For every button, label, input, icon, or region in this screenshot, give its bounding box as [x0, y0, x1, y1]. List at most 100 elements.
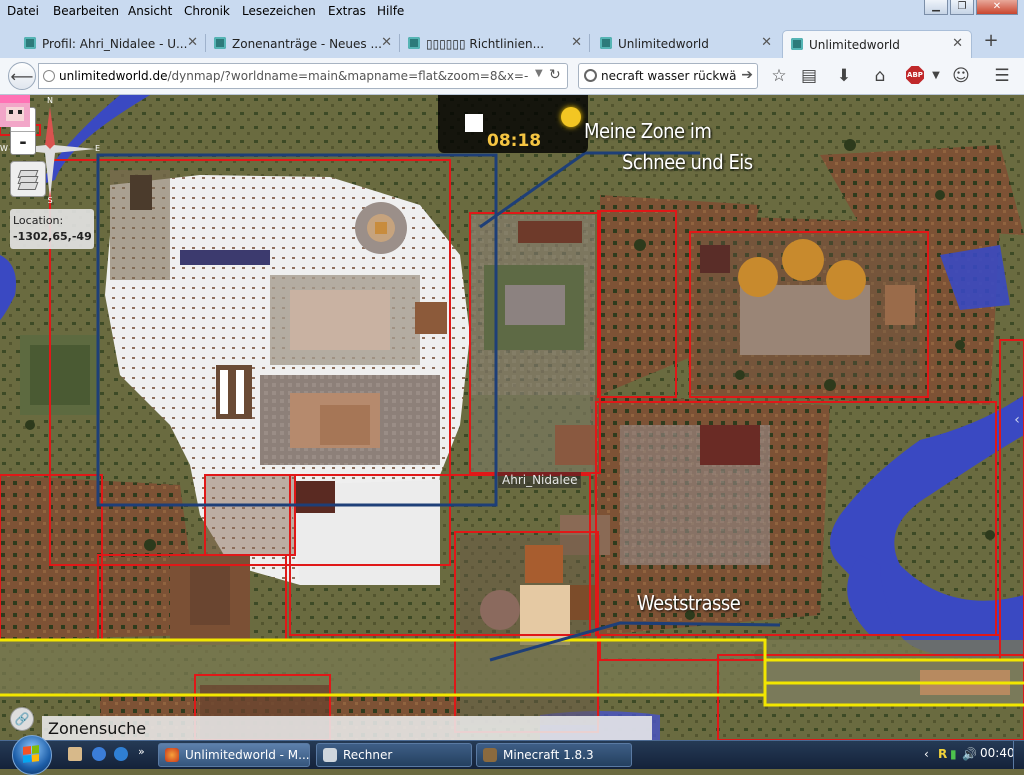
location-label: Location: [13, 214, 64, 227]
taskbar-minecraft-button[interactable]: Minecraft 1.8.3 [476, 743, 632, 767]
annotation-my-zone-line2: Schnee und Eis [622, 150, 753, 174]
day-clock: 08:18 [438, 95, 588, 153]
explorer-quicklaunch-icon[interactable] [68, 747, 82, 761]
tab-unlimitedworld-1[interactable]: Unlimitedworld ✕ [592, 30, 780, 58]
ie-quicklaunch-icon[interactable] [114, 747, 128, 761]
tab-richtlinien[interactable]: ▯▯▯▯▯▯ Richtlinien... ✕ [400, 30, 590, 58]
tab-label: Profil: Ahri_Nidalee - U... [42, 37, 188, 51]
taskbar-label: Unlimitedworld - M... [185, 748, 310, 762]
game-time: 08:18 [487, 131, 542, 151]
zone-search-label: Zonensuche [48, 719, 147, 738]
compass-west: W [0, 144, 8, 153]
tab-profil[interactable]: Profil: Ahri_Nidalee - U... ✕ [16, 30, 206, 58]
link-icon[interactable]: 🔗 [10, 707, 34, 731]
taskbar-rechner-button[interactable]: Rechner [316, 743, 472, 767]
search-go-icon[interactable]: ➔ [741, 67, 753, 83]
menu-datei[interactable]: Datei [7, 4, 39, 18]
site-favicon-icon [214, 37, 226, 49]
calculator-icon [323, 748, 337, 762]
start-button[interactable] [12, 735, 52, 775]
player-name-label: Ahri_Nidalee [498, 472, 582, 488]
hamburger-menu-icon[interactable]: ☰ [991, 66, 1013, 86]
maximize-button[interactable]: ❐ [950, 0, 974, 15]
tab-label: Zonenanträge - Neues ... [232, 37, 382, 51]
adblock-plus-icon[interactable]: ABP [906, 66, 924, 84]
location-panel: Location: -1302,65,-49 [10, 209, 94, 249]
chat-icon[interactable]: ☺ [950, 66, 972, 86]
site-favicon-icon [600, 37, 612, 49]
dynmap-view[interactable]: N E S W + - Location: -1302,65,-49 08:18… [0, 95, 1024, 740]
search-box[interactable]: ➔ [578, 63, 758, 89]
taskbar-label: Rechner [343, 748, 393, 762]
close-tab-icon[interactable]: ✕ [187, 35, 198, 50]
sidebar-toggle-icon[interactable]: ‹ [1010, 395, 1024, 445]
url-bar[interactable]: unlimitedworld.de/dynmap/?worldname=main… [38, 63, 568, 89]
tray-r-icon[interactable]: R [938, 747, 947, 761]
site-favicon-icon [791, 38, 803, 50]
close-window-button[interactable]: ✕ [976, 0, 1018, 15]
zone-search-bar[interactable]: Zonensuche [42, 716, 652, 740]
close-tab-icon[interactable]: ✕ [952, 36, 963, 51]
tab-zonenantraege[interactable]: Zonenanträge - Neues ... ✕ [206, 30, 400, 58]
back-button[interactable]: ⟵ [8, 62, 36, 90]
more-quicklaunch-icon[interactable]: » [138, 745, 145, 758]
chrome-quicklaunch-icon[interactable] [92, 747, 106, 761]
close-tab-icon[interactable]: ✕ [571, 35, 582, 50]
menu-ansicht[interactable]: Ansicht [128, 4, 172, 18]
tab-label: Unlimitedworld [618, 37, 709, 51]
layers-button[interactable] [10, 161, 46, 197]
new-tab-button[interactable]: + [980, 30, 1002, 52]
moon-icon [465, 114, 483, 132]
globe-icon [43, 70, 55, 82]
show-desktop-button[interactable] [1013, 741, 1024, 769]
compass-south: S [47, 196, 52, 203]
bookmarks-list-icon[interactable]: ▤ [798, 66, 820, 86]
network-icon[interactable]: ▮ [950, 747, 957, 761]
menu-chronik[interactable]: Chronik [184, 4, 230, 18]
windows-taskbar: » Unlimitedworld - M... Rechner Minecraf… [0, 735, 1024, 775]
minimize-button[interactable]: ▁ [924, 0, 948, 15]
tab-unlimitedworld-active[interactable]: Unlimitedworld ✕ [782, 30, 972, 58]
annotation-my-zone-line1: Meine Zone im [584, 119, 712, 143]
tab-label: ▯▯▯▯▯▯ Richtlinien... [426, 37, 545, 51]
zoom-out-button[interactable]: - [11, 132, 35, 155]
reload-icon[interactable]: ↻ [549, 67, 561, 83]
site-favicon-icon [408, 37, 420, 49]
sun-icon [561, 107, 581, 127]
annotation-street: Weststrasse [637, 591, 741, 615]
menu-extras[interactable]: Extras [328, 4, 366, 18]
menu-bar: Datei Bearbeiten Ansicht Chronik Lesezei… [0, 0, 1024, 25]
navigation-toolbar: ⟵ unlimitedworld.de/dynmap/?worldname=ma… [0, 58, 1024, 95]
site-favicon-icon [24, 37, 36, 49]
adblock-dropdown-icon[interactable]: ▼ [925, 66, 947, 86]
close-tab-icon[interactable]: ✕ [381, 35, 392, 50]
compass-east: E [95, 144, 100, 153]
map-tiles [0, 95, 1024, 740]
menu-bearbeiten[interactable]: Bearbeiten [53, 4, 119, 18]
tray-expand-icon[interactable]: ‹ [924, 747, 929, 761]
url-text: unlimitedworld.de/dynmap/?worldname=main… [59, 69, 529, 83]
location-value: -1302,65,-49 [13, 230, 92, 243]
tab-bar: Profil: Ahri_Nidalee - U... ✕ Zonenanträ… [0, 24, 1024, 58]
url-domain: unlimitedworld.de [59, 69, 168, 83]
bookmark-star-icon[interactable]: ☆ [768, 66, 790, 86]
download-icon[interactable]: ⬇ [833, 66, 855, 86]
menu-lesezeichen[interactable]: Lesezeichen [242, 4, 316, 18]
windows-logo-icon [23, 745, 39, 763]
arrow-left-icon: ⟵ [10, 67, 34, 86]
volume-icon[interactable]: 🔊 [962, 747, 977, 761]
player-avatar-icon[interactable] [0, 95, 30, 127]
compass-north: N [47, 96, 53, 105]
taskbar-label: Minecraft 1.8.3 [503, 748, 594, 762]
close-tab-icon[interactable]: ✕ [761, 35, 772, 50]
search-icon [584, 69, 597, 82]
menu-hilfe[interactable]: Hilfe [377, 4, 404, 18]
window-controls: ▁ ❐ ✕ [924, 0, 1018, 16]
system-clock[interactable]: 00:40 [980, 746, 1015, 760]
url-history-dropdown-icon[interactable]: ▼ [535, 68, 543, 79]
taskbar-firefox-button[interactable]: Unlimitedworld - M... [158, 743, 310, 767]
search-input[interactable] [601, 67, 737, 85]
firefox-icon [165, 748, 179, 762]
tab-label: Unlimitedworld [809, 38, 900, 52]
home-icon[interactable]: ⌂ [869, 66, 891, 86]
